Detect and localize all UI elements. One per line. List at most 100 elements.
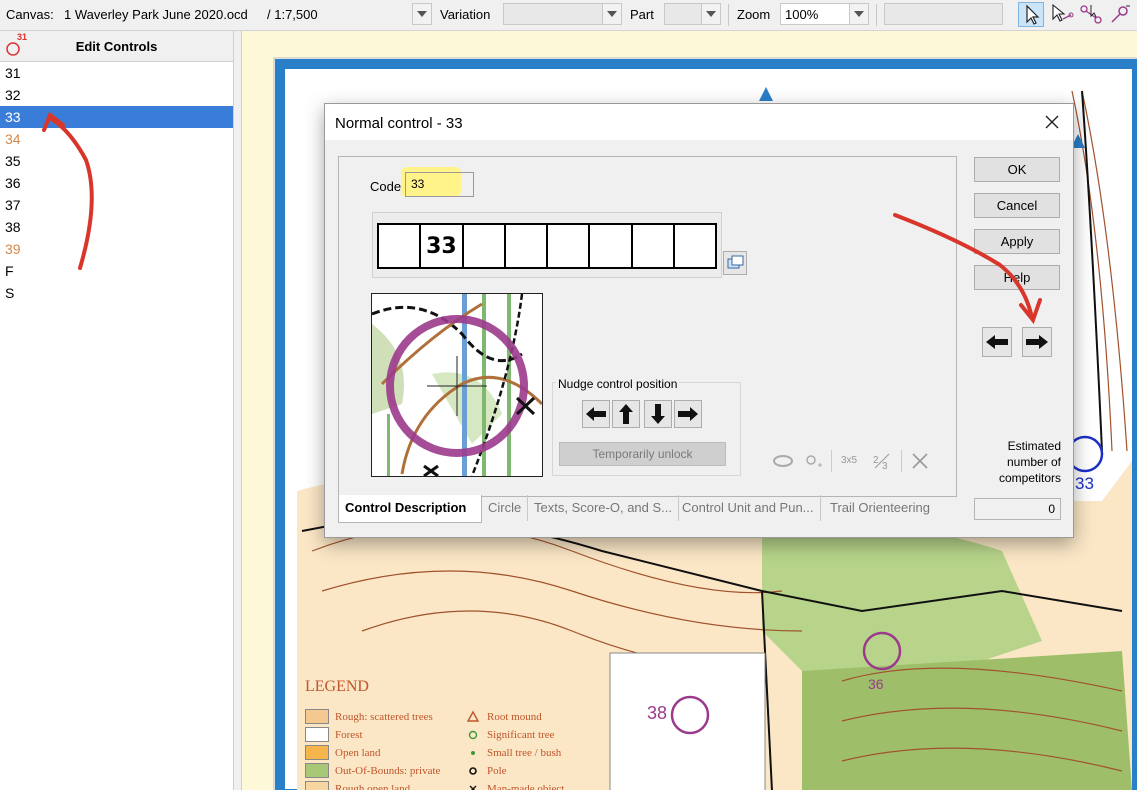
- cancel-button[interactable]: Cancel: [974, 193, 1060, 218]
- apply-button[interactable]: Apply: [974, 229, 1060, 254]
- add-control-tool-button[interactable]: [1048, 2, 1074, 27]
- legend-label: Pole: [487, 764, 507, 777]
- canvas-label: Canvas:: [6, 7, 54, 22]
- description-cell[interactable]: [590, 225, 633, 267]
- help-button[interactable]: Help: [974, 265, 1060, 290]
- arrow-left-icon: [986, 335, 1008, 349]
- edit-leg-tool-button[interactable]: [1108, 2, 1134, 27]
- legend-label: Out-Of-Bounds: private: [335, 764, 441, 777]
- leg-edit-icon: [1111, 5, 1130, 23]
- arrow-down-icon: [651, 404, 665, 424]
- toolbar-divider: [876, 4, 877, 26]
- description-box: 33: [372, 212, 722, 278]
- control-list-item[interactable]: 31: [0, 62, 233, 84]
- toolbar-search-box[interactable]: [884, 3, 1003, 25]
- map-legend-title: LEGEND: [305, 678, 369, 695]
- arrow-right-icon: [678, 407, 698, 421]
- code-input[interactable]: 33: [405, 172, 474, 197]
- legend-area-item: Out-Of-Bounds: private: [305, 762, 441, 779]
- copy-icon: [727, 255, 744, 269]
- copy-description-button[interactable]: [723, 251, 747, 275]
- control-list-item[interactable]: S: [0, 282, 233, 304]
- legend-swatch: [305, 727, 329, 743]
- tab-control-unit[interactable]: Control Unit and Pun...: [676, 495, 821, 521]
- control-preview-map: [371, 293, 543, 477]
- grid-size-icon[interactable]: 3x5: [841, 455, 857, 466]
- next-control-button[interactable]: [1022, 327, 1052, 357]
- previous-control-button[interactable]: [982, 327, 1012, 357]
- circle-plus-icon[interactable]: [801, 450, 827, 472]
- legend-label: Rough open land: [335, 782, 411, 790]
- description-cell[interactable]: [379, 225, 422, 267]
- arrow-up-icon: [619, 404, 633, 424]
- control-list-item[interactable]: 33: [0, 106, 233, 128]
- canvas-scale: / 1:7,500: [267, 7, 318, 22]
- control-list-item[interactable]: 35: [0, 150, 233, 172]
- legend-label: Man-made object: [487, 782, 565, 790]
- description-cell[interactable]: [506, 225, 548, 267]
- nudge-up-button[interactable]: [612, 400, 640, 428]
- icon-divider: [831, 450, 832, 472]
- legend-area-item: Rough: scattered trees: [305, 708, 433, 725]
- nudge-right-button[interactable]: [674, 400, 702, 428]
- legend-symbol-item: Man-made object: [467, 780, 564, 790]
- tab-texts-score-o[interactable]: Texts, Score-O, and S...: [528, 495, 679, 521]
- legend-symbol-item: Small tree / bush: [467, 744, 561, 760]
- part-select[interactable]: [664, 3, 721, 25]
- add-leg-tool-button[interactable]: [1078, 2, 1104, 27]
- leg-icon: [1080, 5, 1102, 24]
- legend-label: Open land: [335, 746, 381, 759]
- preview-map-svg: [372, 294, 542, 476]
- legend-swatch: [305, 709, 329, 725]
- control-list-item[interactable]: 36: [0, 172, 233, 194]
- description-cell[interactable]: [633, 225, 675, 267]
- control-list-item[interactable]: 32: [0, 84, 233, 106]
- edit-controls-panel: 31 Edit Controls 31 32 33 34 35 36 37 38 39 F S: [0, 31, 233, 790]
- canvas-dropdown[interactable]: [412, 3, 432, 25]
- panel-title: Edit Controls: [75, 39, 158, 54]
- close-icon[interactable]: [1043, 113, 1061, 131]
- competitors-label: Estimated number of competitors: [998, 439, 1061, 485]
- ellipse-icon[interactable]: [771, 450, 797, 472]
- select-tool-button[interactable]: [1018, 2, 1044, 27]
- legend-circle-icon: [468, 730, 478, 739]
- control-list-item[interactable]: F: [0, 260, 233, 282]
- legend-ring-icon: [469, 766, 477, 775]
- control-list-item[interactable]: 38: [0, 216, 233, 238]
- legend-area-item: Open land: [305, 744, 381, 761]
- legend-symbol-item: Root mound: [466, 708, 542, 724]
- legend-x-icon: [469, 785, 477, 790]
- control-list-item[interactable]: 39: [0, 238, 233, 260]
- map-control-33-label: 33: [1075, 474, 1094, 493]
- zoom-select[interactable]: 100%: [780, 3, 869, 25]
- nudge-down-button[interactable]: [644, 400, 672, 428]
- nudge-left-button[interactable]: [582, 400, 610, 428]
- competitors-input[interactable]: 0: [974, 498, 1061, 520]
- description-cell[interactable]: [675, 225, 715, 267]
- icon-divider: [901, 450, 902, 472]
- legend-swatch: [305, 781, 329, 790]
- arrow-right-icon: [1026, 335, 1048, 349]
- description-cell[interactable]: [464, 225, 506, 267]
- fraction-icon[interactable]: 23: [871, 450, 893, 472]
- control-list-item[interactable]: 34: [0, 128, 233, 150]
- tab-trail-orienteering[interactable]: Trail Orienteering: [824, 495, 936, 521]
- control-description-tab-pane: Code 33 33 Nudge control position Tempor…: [338, 156, 957, 497]
- description-cell[interactable]: 33: [421, 225, 464, 267]
- map-legend-panel: [609, 652, 766, 790]
- variation-select[interactable]: [503, 3, 622, 25]
- code-label: Code: [370, 179, 402, 194]
- delete-x-icon[interactable]: [909, 450, 931, 472]
- control-list-item[interactable]: 37: [0, 194, 233, 216]
- chevron-down-icon: [412, 4, 431, 24]
- tab-circle[interactable]: Circle: [482, 495, 529, 521]
- part-label: Part: [630, 7, 654, 22]
- description-cell[interactable]: [548, 225, 591, 267]
- description-grid: 33: [377, 223, 717, 269]
- ok-button[interactable]: OK: [974, 157, 1060, 182]
- chevron-down-icon: [849, 4, 868, 24]
- tab-control-description[interactable]: Control Description: [338, 495, 482, 523]
- panel-splitter[interactable]: [233, 31, 242, 790]
- temporarily-unlock-button[interactable]: Temporarily unlock: [559, 442, 726, 466]
- nudge-label: Nudge control position: [556, 377, 680, 391]
